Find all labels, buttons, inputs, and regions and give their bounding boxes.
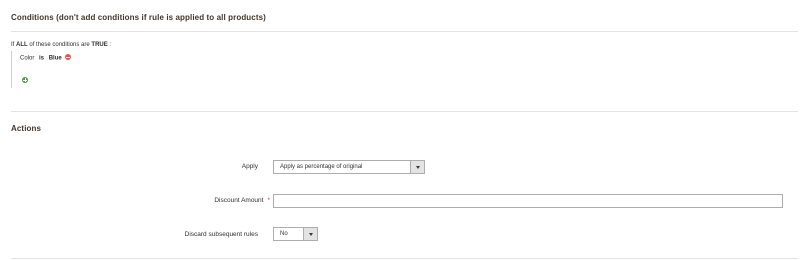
condition-operator-link[interactable]: is bbox=[39, 56, 44, 62]
discount-amount-input[interactable] bbox=[273, 194, 783, 208]
conditions-middle-text: of these conditions are bbox=[29, 42, 90, 48]
discard-rules-label: Discard subsequent rules bbox=[184, 231, 258, 238]
discard-rules-value: No bbox=[280, 231, 288, 237]
apply-select-value: Apply as percentage of original bbox=[280, 164, 363, 170]
conditions-section-title: Conditions (don't add conditions if rule… bbox=[11, 13, 266, 22]
apply-select[interactable]: Apply as percentage of original bbox=[273, 160, 425, 174]
chevron-down-icon[interactable] bbox=[303, 228, 317, 240]
chevron-down-icon[interactable] bbox=[410, 161, 424, 173]
remove-condition-icon[interactable] bbox=[65, 54, 72, 60]
required-asterisk: * bbox=[267, 197, 270, 204]
discard-rules-select[interactable]: No bbox=[273, 227, 318, 241]
condition-attribute: Color bbox=[20, 55, 35, 62]
discount-amount-label-text: Discount Amount bbox=[214, 197, 264, 204]
conditions-if-text: If bbox=[11, 42, 15, 48]
conditions-tree: If ALL of these conditions are TRUE : Co… bbox=[11, 40, 311, 88]
discount-amount-label: Discount Amount * bbox=[214, 197, 270, 204]
conditions-list: Color is Blue bbox=[11, 51, 211, 88]
condition-value-link[interactable]: Blue bbox=[49, 56, 62, 62]
aggregator-link[interactable]: ALL bbox=[16, 42, 28, 48]
conditions-colon: : bbox=[109, 42, 112, 48]
value-link[interactable]: TRUE bbox=[91, 42, 107, 48]
actions-section-title: Actions bbox=[11, 124, 42, 133]
condition-item: Color is Blue bbox=[20, 54, 72, 62]
conditions-bottom-divider bbox=[11, 111, 798, 112]
add-condition-icon[interactable] bbox=[22, 77, 28, 83]
conditions-divider bbox=[11, 31, 798, 32]
actions-bottom-divider bbox=[11, 258, 798, 259]
conditions-aggregator-line: If ALL of these conditions are TRUE : bbox=[11, 42, 111, 48]
apply-label: Apply bbox=[241, 163, 258, 170]
